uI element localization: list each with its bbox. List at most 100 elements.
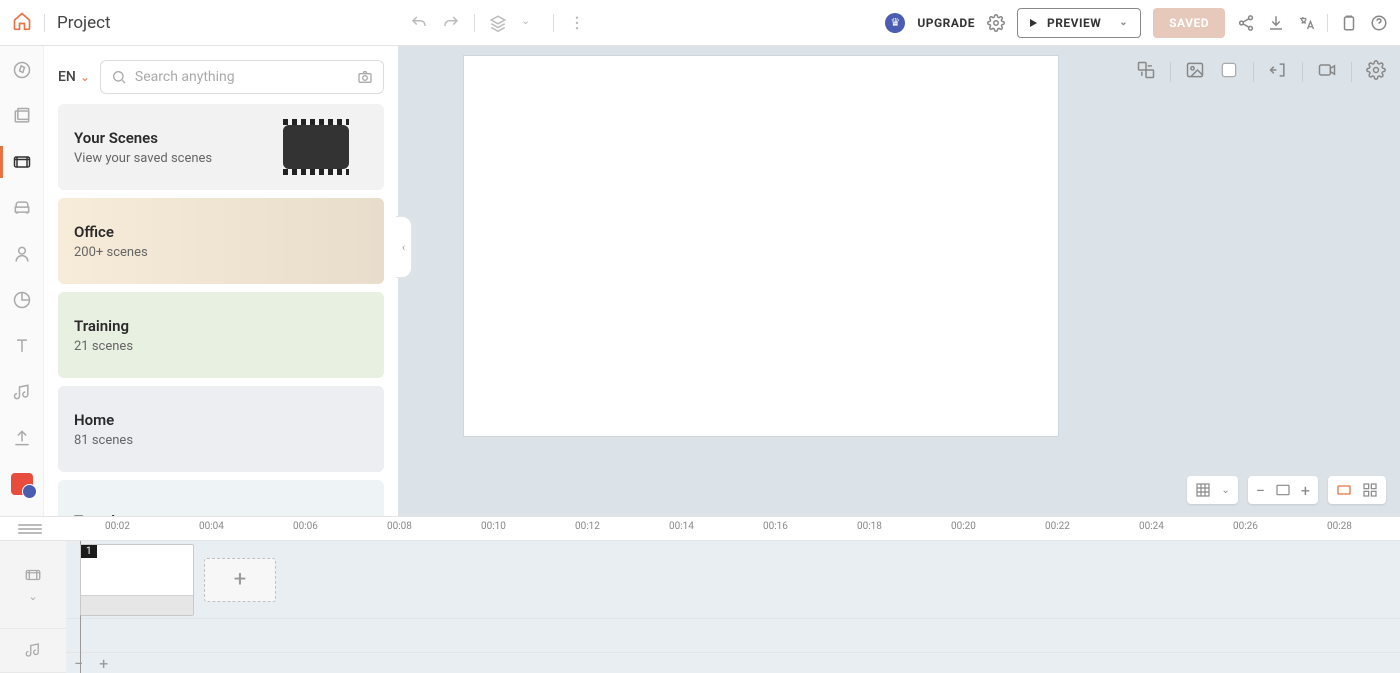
grid-icon — [1195, 482, 1211, 498]
timeline-left-gutter: ⌄ — [0, 541, 66, 673]
zoom-out-icon[interactable]: − — [1256, 481, 1265, 500]
canvas-area: ⌄ − + — [398, 46, 1400, 516]
timeline-tracks[interactable]: 1 + − + — [66, 541, 1400, 673]
share-icon[interactable] — [1237, 14, 1255, 32]
ruler-tick: 00:12 — [575, 521, 600, 532]
chevron-down-icon: ⌄ — [80, 70, 90, 84]
grid-view-icon[interactable] — [1362, 482, 1378, 498]
ruler-tick: 00:10 — [481, 521, 506, 532]
search-input[interactable] — [135, 69, 349, 85]
scene-card-home[interactable]: Home 81 scenes — [58, 386, 384, 472]
preview-button[interactable]: PREVIEW ⌄ — [1017, 8, 1141, 38]
card-title: Training — [74, 317, 368, 335]
furniture-icon[interactable] — [10, 196, 34, 220]
upload-icon[interactable] — [10, 426, 34, 450]
scene-card-your-scenes[interactable]: Your Scenes View your saved scenes — [58, 104, 384, 190]
help-icon[interactable] — [1370, 14, 1388, 32]
project-title[interactable]: Project — [57, 13, 111, 33]
library-icon[interactable] — [10, 104, 34, 128]
chevron-down-icon[interactable]: ⌄ — [1119, 17, 1128, 28]
text-icon[interactable] — [10, 334, 34, 358]
canvas[interactable] — [464, 56, 1058, 436]
character-icon[interactable] — [10, 242, 34, 266]
ruler-tick: 00:22 — [1045, 521, 1070, 532]
ruler-tick: 00:14 — [669, 521, 694, 532]
scene-track: 1 + — [66, 541, 1400, 619]
add-scene-button[interactable]: + — [204, 558, 276, 602]
upgrade-button[interactable]: UPGRADE — [917, 16, 975, 30]
scene-card-office[interactable]: Office 200+ scenes — [58, 198, 384, 284]
settings-icon[interactable] — [987, 14, 1005, 32]
card-subtitle: 200+ scenes — [74, 245, 368, 260]
ruler-tick: 00:18 — [857, 521, 882, 532]
more-icon[interactable] — [568, 14, 586, 32]
ruler-tick: 00:04 — [199, 521, 224, 532]
timeline-zoom-in[interactable]: + — [99, 654, 108, 673]
background-color-icon[interactable] — [1219, 60, 1239, 84]
scenes-icon[interactable] — [10, 150, 34, 174]
search-box[interactable] — [100, 60, 384, 94]
play-icon — [1030, 19, 1037, 27]
language-label: EN — [58, 69, 76, 85]
scene-card-training[interactable]: Training 21 scenes — [58, 292, 384, 378]
search-icon — [111, 69, 127, 85]
background-image-icon[interactable] — [1185, 60, 1205, 84]
view-mode-toggle[interactable] — [1328, 476, 1386, 504]
ruler-tick: 00:08 — [387, 521, 412, 532]
clip-number: 1 — [81, 545, 97, 558]
zoom-controls[interactable]: − + — [1248, 476, 1318, 504]
audio-track[interactable] — [66, 619, 1400, 653]
camera-icon[interactable] — [357, 69, 373, 85]
single-view-icon[interactable] — [1336, 482, 1352, 498]
filmstrip-icon — [256, 112, 376, 182]
card-subtitle: 81 scenes — [74, 433, 368, 448]
drag-handle-icon[interactable] — [18, 524, 42, 532]
chevron-down-icon: ⌄ — [1221, 485, 1229, 496]
layers-icon[interactable] — [489, 14, 507, 32]
compass-icon[interactable] — [10, 58, 34, 82]
ruler-tick: 00:28 — [1327, 521, 1352, 532]
replace-scenes-icon[interactable] — [1136, 60, 1156, 84]
language-selector[interactable]: EN ⌄ — [58, 69, 90, 85]
audio-icon[interactable] — [10, 380, 34, 404]
tool-rail — [0, 46, 44, 516]
home-icon[interactable] — [12, 11, 32, 35]
divider — [44, 14, 45, 32]
video-icon[interactable] — [1317, 60, 1337, 84]
timeline: 00:0200:0400:0600:0800:1000:1200:1400:16… — [0, 516, 1400, 673]
divider — [474, 14, 475, 32]
enter-icon[interactable] — [1268, 60, 1288, 84]
clipboard-icon[interactable] — [1340, 14, 1358, 32]
undo-icon[interactable] — [410, 14, 428, 32]
card-subtitle: 21 scenes — [74, 339, 368, 354]
ruler-tick: 00:20 — [951, 521, 976, 532]
grid-dropdown[interactable]: ⌄ — [1187, 476, 1237, 504]
upgrade-badge-icon: ♛ — [885, 13, 905, 33]
audio-track-icon[interactable] — [24, 641, 42, 659]
chevron-down-icon[interactable]: ⌄ — [521, 14, 539, 32]
canvas-bottom-toolbar: ⌄ − + — [1187, 476, 1386, 504]
scene-card-travel[interactable]: Travel — [58, 480, 384, 516]
card-title: Office — [74, 223, 368, 241]
gear-icon[interactable] — [1366, 60, 1386, 84]
zoom-in-icon[interactable]: + — [1301, 481, 1310, 500]
scene-clip-1[interactable]: 1 — [80, 544, 194, 616]
marketplace-icon[interactable] — [10, 472, 34, 496]
timeline-zoom-out[interactable]: − — [74, 654, 83, 673]
download-icon[interactable] — [1267, 14, 1285, 32]
redo-icon[interactable] — [442, 14, 460, 32]
top-header: Project ⌄ ♛ UPGRADE PREVIEW ⌄ SAVED — [0, 0, 1400, 46]
scene-category-list[interactable]: Your Scenes View your saved scenes Offic… — [44, 104, 398, 516]
fit-screen-icon[interactable] — [1275, 482, 1291, 498]
timeline-ruler[interactable]: 00:0200:0400:0600:0800:1000:1200:1400:16… — [0, 517, 1400, 541]
chart-icon[interactable] — [10, 288, 34, 312]
saved-button[interactable]: SAVED — [1153, 8, 1225, 38]
ruler-tick: 00:24 — [1139, 521, 1164, 532]
divider — [553, 14, 554, 32]
main-area: EN ⌄ Your Scenes View your saved scenes … — [0, 46, 1400, 516]
scenes-track-icon[interactable] — [24, 566, 42, 584]
translate-icon[interactable] — [1297, 14, 1315, 32]
collapse-panel-button[interactable]: ‹ — [396, 216, 412, 278]
scene-panel: EN ⌄ Your Scenes View your saved scenes … — [44, 46, 398, 516]
chevron-down-icon[interactable]: ⌄ — [28, 590, 37, 603]
